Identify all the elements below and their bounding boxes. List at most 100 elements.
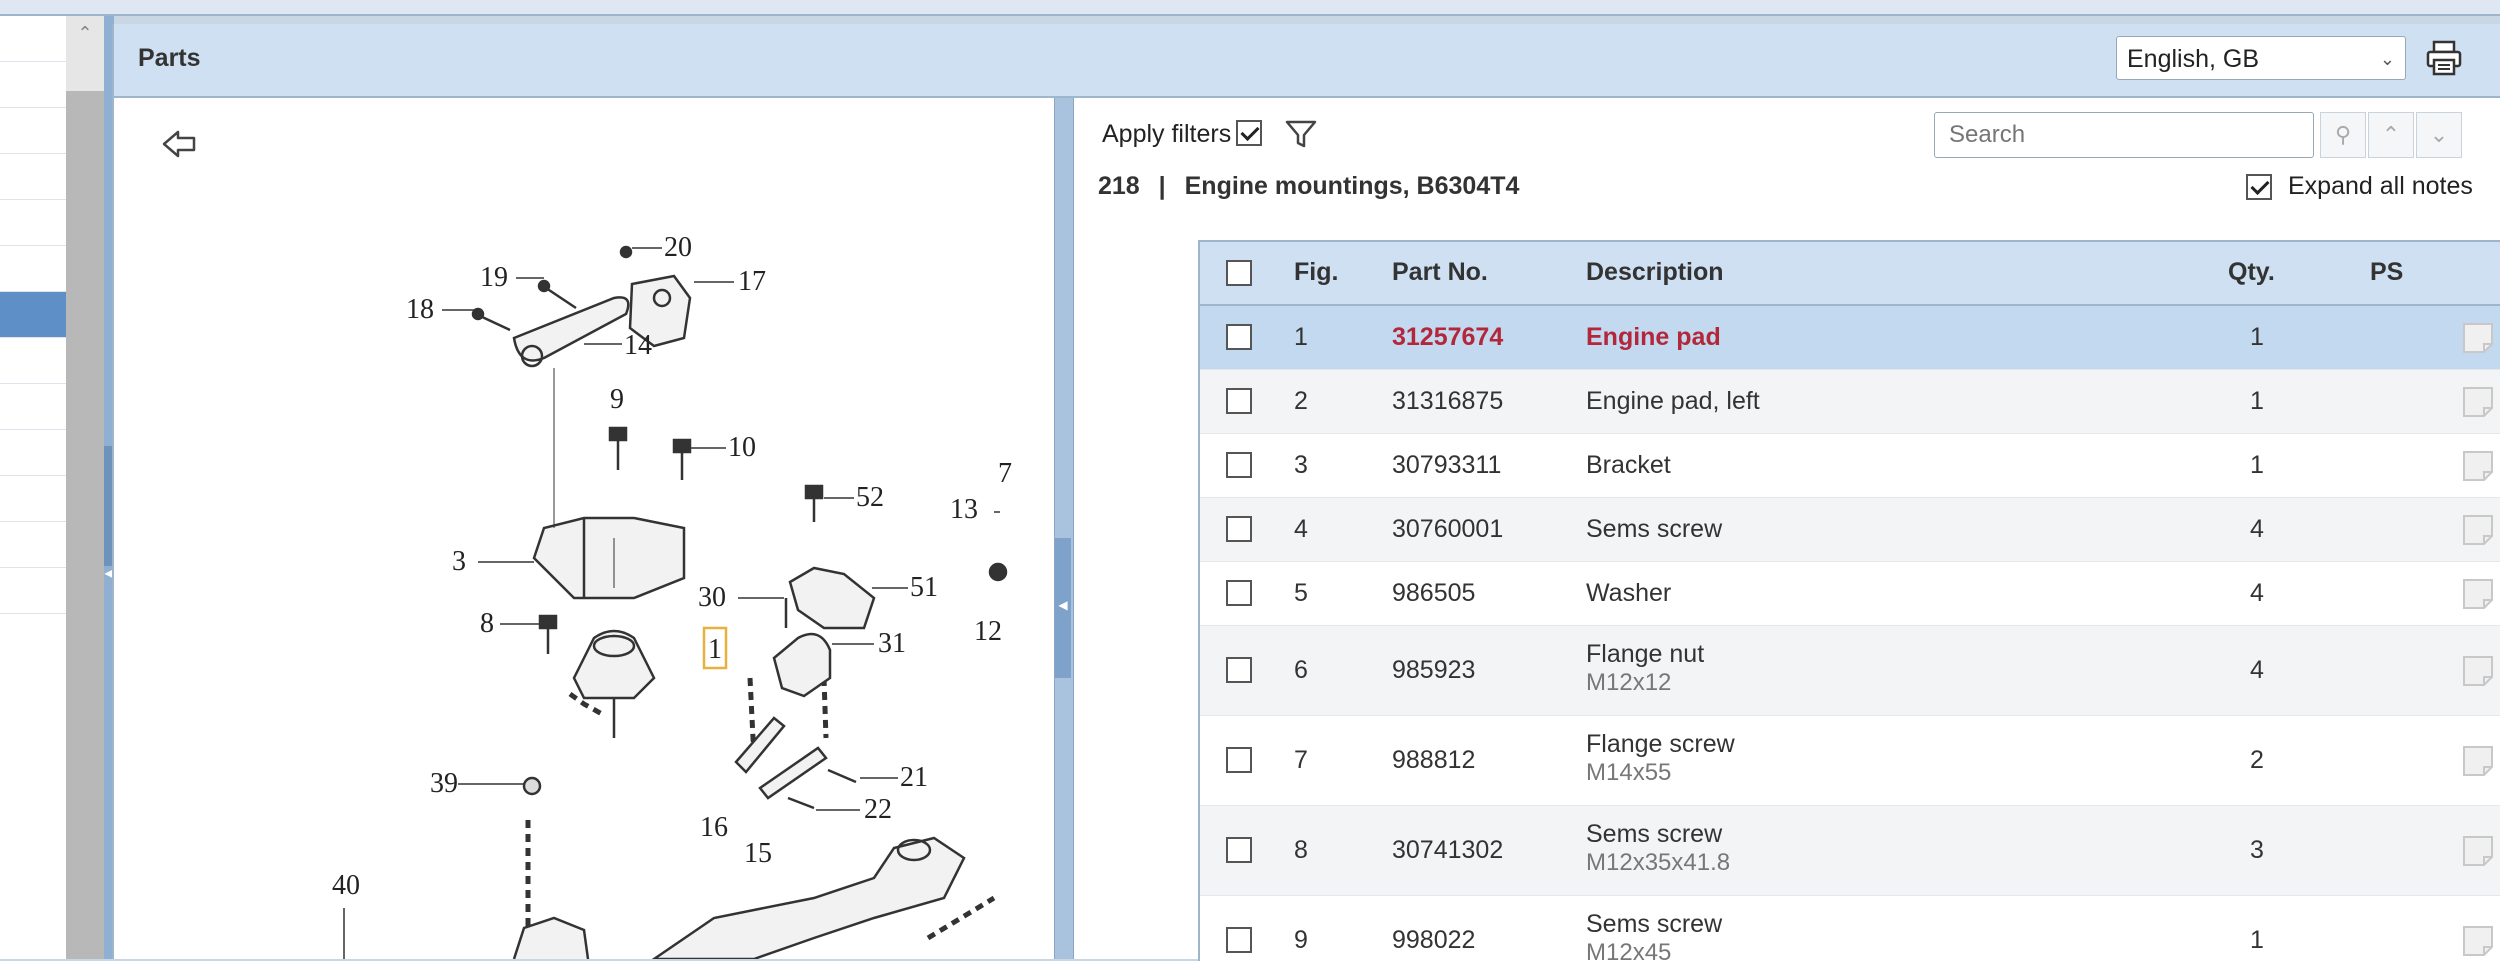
callout-label[interactable]: 31 [878,628,906,659]
callout-label[interactable]: 51 [910,572,938,603]
note-icon[interactable] [2462,745,2494,777]
callout-label[interactable]: 19 [480,262,508,293]
table-body: 1 31257674 Engine pad 1 2 31316875 Engine pad,… [1200,306,2500,961]
part-number: 30760001 [1392,514,1504,543]
table-row[interactable]: 5 986505 Washer 4 [1200,562,2500,626]
sidebar-scroll-thumb[interactable] [66,91,104,959]
note-icon[interactable] [2462,322,2494,354]
note-icon[interactable] [2462,925,2494,957]
panel-header: Parts English, GB ⌄ [114,24,2500,98]
callout-label[interactable]: 30 [698,582,726,613]
callout-label[interactable]: 10 [728,432,756,463]
search-previous-button[interactable]: ⌃ [2368,112,2414,158]
sidebar-item[interactable] [0,568,66,614]
note-icon[interactable] [2462,835,2494,867]
callout-label[interactable]: 22 [864,794,892,825]
column-description[interactable]: Description [1586,258,1724,287]
sidebar-item[interactable] [0,384,66,430]
top-strip [0,0,2500,16]
pane-splitter[interactable]: ◀ [1054,98,1074,959]
scroll-up-icon[interactable]: ⌃ [76,24,94,42]
callout-label[interactable]: 40 [332,870,360,901]
apply-filters-checkbox[interactable] [1236,120,1262,146]
part-description: Flange nut [1586,640,1705,668]
collapse-left-icon[interactable]: ◀ [1055,598,1071,612]
quantity: 1 [2250,322,2264,351]
callout-label[interactable]: 3 [452,546,466,577]
callout-label[interactable]: 1 [708,634,722,665]
note-icon[interactable] [2462,386,2494,418]
row-checkbox[interactable] [1226,323,1252,350]
part-description: Engine pad [1586,322,1721,351]
callout-label[interactable]: 39 [430,768,458,799]
part-number: 30793311 [1392,450,1502,479]
row-checkbox[interactable] [1226,387,1252,414]
part-description: Washer [1586,578,1672,607]
column-ps[interactable]: PS [2370,258,2403,287]
sidebar-scrollbar[interactable]: ⌃ [66,16,104,959]
note-icon[interactable] [2462,655,2494,687]
sidebar-item[interactable] [0,154,66,200]
callout-label[interactable]: 15 [744,838,772,869]
sidebar-item[interactable] [0,338,66,384]
table-row[interactable]: 4 30760001 Sems screw 4 [1200,498,2500,562]
row-checkbox[interactable] [1226,746,1252,773]
callout-label[interactable]: 7 [998,458,1012,489]
callout-label[interactable]: 18 [406,294,434,325]
callout-label[interactable]: 12 [974,616,1002,647]
chevron-down-icon: ⌄ [2379,49,2395,69]
search-next-button[interactable]: ⌄ [2416,112,2462,158]
note-icon[interactable] [2462,514,2494,546]
callout-label[interactable]: 9 [610,384,624,415]
row-checkbox[interactable] [1226,836,1252,863]
callout-label[interactable]: 8 [480,608,494,639]
description-cell: Bracket [1586,451,1671,480]
note-icon[interactable] [2462,450,2494,482]
sidebar-item-selected[interactable] [0,292,66,338]
language-select[interactable]: English, GB ⌄ [2116,36,2406,80]
row-checkbox[interactable] [1226,656,1252,683]
column-qty[interactable]: Qty. [2228,258,2275,287]
table-row[interactable]: 9 998022 Sems screw M12x45 1 [1200,896,2500,961]
note-icon[interactable] [2462,578,2494,610]
table-row[interactable]: 3 30793311 Bracket 1 [1200,434,2500,498]
row-checkbox[interactable] [1226,451,1252,478]
callout-label[interactable]: 21 [900,762,928,793]
callout-label[interactable]: 17 [738,266,766,297]
expand-notes-checkbox[interactable] [2246,174,2272,200]
sidebar-item[interactable] [0,108,66,154]
table-row[interactable]: 1 31257674 Engine pad 1 [1200,306,2500,370]
column-part-no[interactable]: Part No. [1392,258,1488,287]
sidebar-item[interactable] [0,200,66,246]
table-row[interactable]: 7 988812 Flange screw M14x55 2 [1200,716,2500,806]
row-checkbox[interactable] [1226,579,1252,606]
quantity: 2 [2250,745,2264,774]
parts-illustration[interactable]: 20 17 19 18 14 9 10 52 13 3 51 30 8 1 31… [114,98,1054,959]
callout-label[interactable]: 16 [700,812,728,843]
sidebar-item[interactable] [0,62,66,108]
row-checkbox[interactable] [1226,926,1252,953]
callout-label[interactable]: 14 [624,330,652,361]
part-spec: M12x45 [1586,939,1672,961]
callout-label[interactable]: 13 [950,494,978,525]
exploded-view-drawing[interactable]: 20 17 19 18 14 9 10 52 13 3 51 30 8 1 31… [114,98,1054,959]
sidebar-item[interactable] [0,476,66,522]
callout-label[interactable]: 52 [856,482,884,513]
table-row[interactable]: 8 30741302 Sems screw M12x35x41.8 3 [1200,806,2500,896]
parts-table: Fig. Part No. Description Qty. PS 1 31257… [1198,240,2500,961]
print-icon[interactable] [2424,38,2464,78]
table-row[interactable]: 6 985923 Flange nut M12x12 4 [1200,626,2500,716]
select-all-checkbox[interactable] [1226,260,1252,286]
sidebar-item[interactable] [0,522,66,568]
sidebar-item[interactable] [0,16,66,62]
search-icon[interactable]: ⚲ [2320,112,2366,158]
sidebar-item[interactable] [0,430,66,476]
filter-icon[interactable] [1284,118,1318,150]
callout-label[interactable]: 20 [664,232,692,263]
sidebar-item[interactable] [0,246,66,292]
row-checkbox[interactable] [1226,515,1252,542]
search-input[interactable] [1934,112,2314,158]
table-row[interactable]: 2 31316875 Engine pad, left 1 [1200,370,2500,434]
description-cell: Flange nut M12x12 [1586,640,1704,697]
column-fig[interactable]: Fig. [1294,258,1338,287]
